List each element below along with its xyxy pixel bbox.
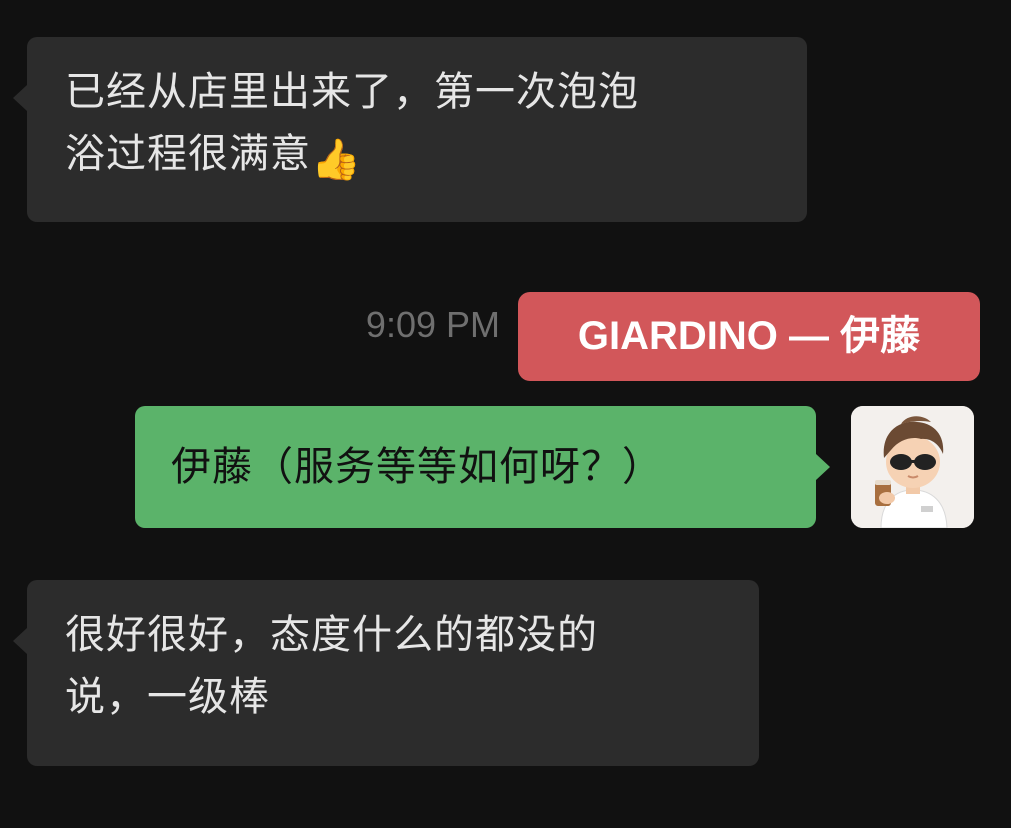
avatar-boy-icon (851, 406, 974, 528)
message-text-line: 已经从店里出来了，第一次泡泡 (65, 69, 639, 115)
message-text-line: 很好很好，态度什么的都没的 (65, 612, 598, 658)
avatar[interactable] (851, 406, 974, 528)
incoming-message-bubble[interactable]: 已经从店里出来了，第一次泡泡 浴过程很满意👍 (13, 37, 807, 222)
bubble-tail (13, 85, 27, 111)
incoming-message-bubble[interactable]: 很好很好，态度什么的都没的 说，一级棒 (13, 580, 759, 766)
message-text-line: 说，一级棒 (65, 674, 270, 720)
message-text: 伊藤（服务等等如何呀？） (171, 444, 663, 490)
message-timestamp: 9:09 PM (365, 304, 500, 345)
bubble-tail (816, 454, 830, 480)
chat-tag-label[interactable]: GIARDINO — 伊藤 (518, 292, 980, 381)
thumbs-up-icon: 👍 (311, 137, 362, 183)
bubble-tail (13, 628, 27, 654)
message-text-line: 浴过程很满意👍 (65, 123, 771, 185)
message-text-fragment: 浴过程很满意 (65, 131, 311, 177)
outgoing-message-bubble[interactable]: 伊藤（服务等等如何呀？） (135, 406, 830, 528)
